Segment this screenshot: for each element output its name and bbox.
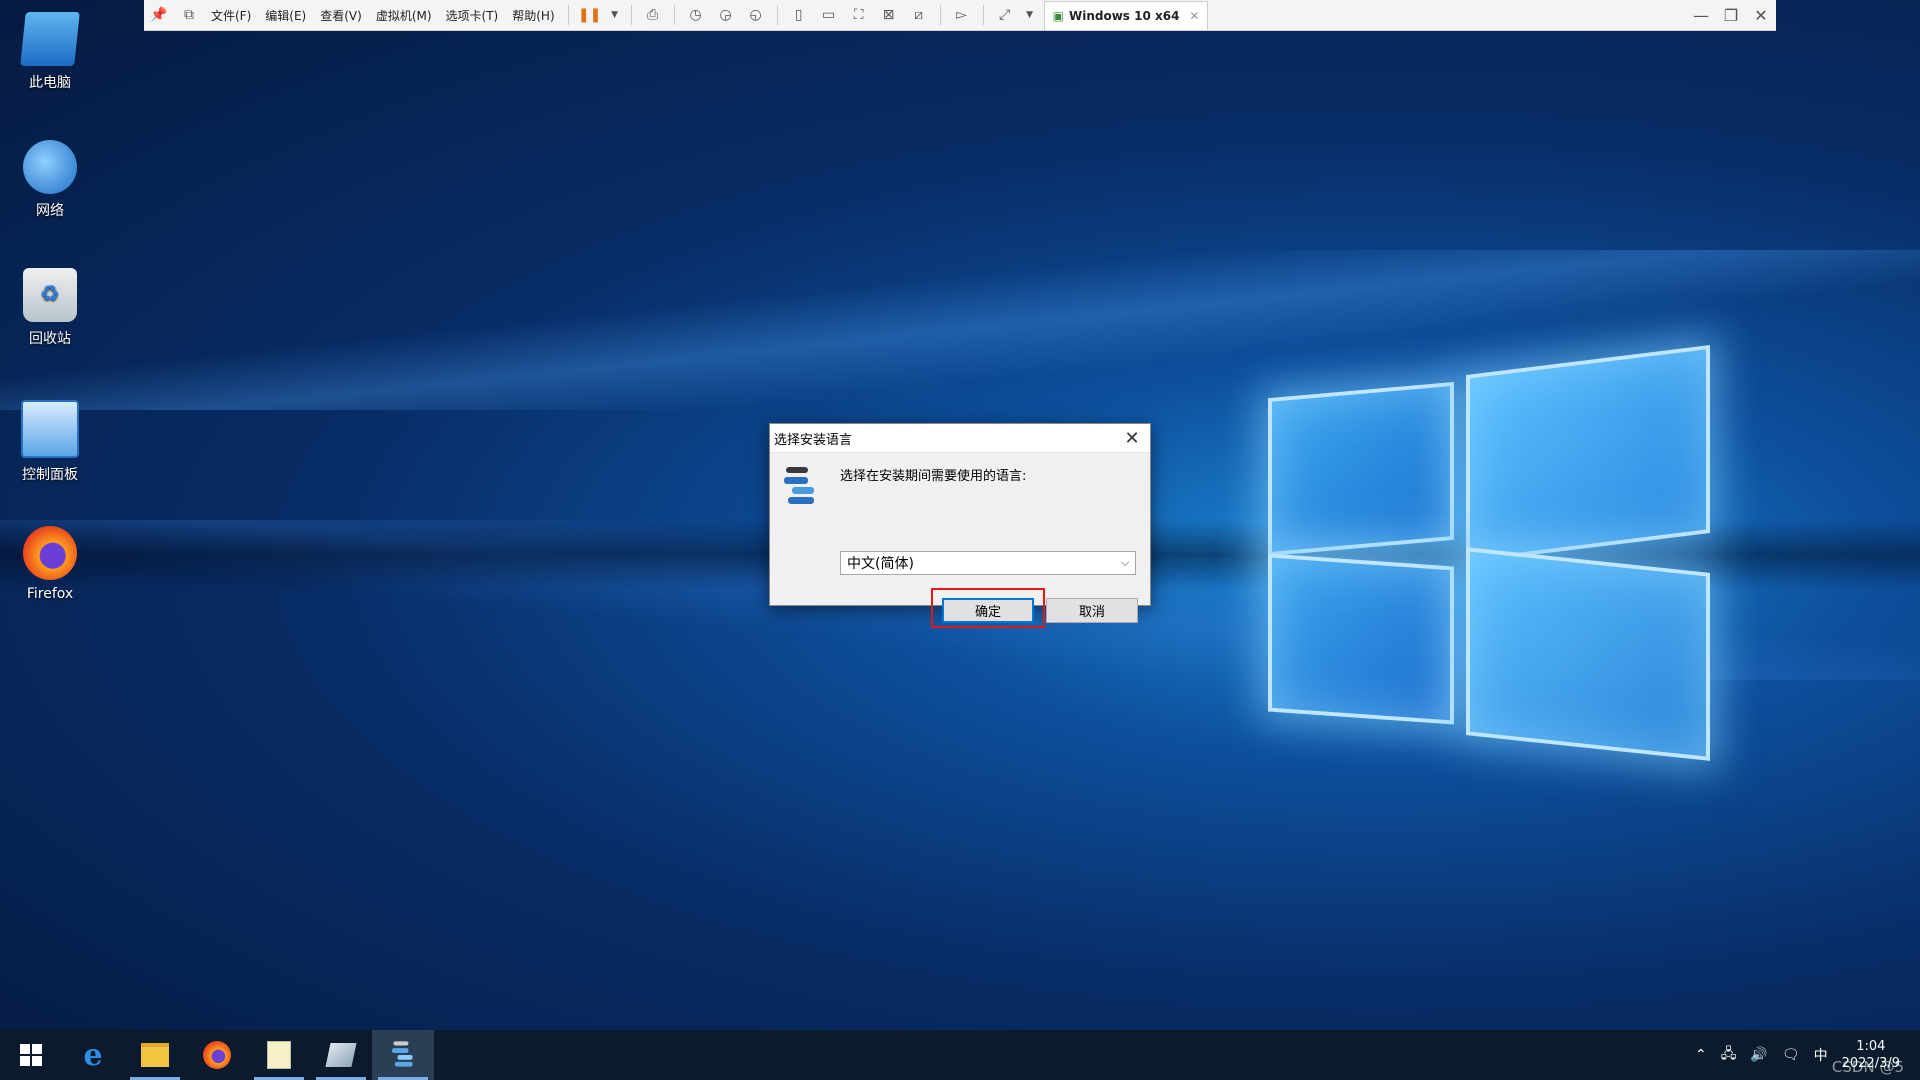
dialog-body: 选择在安装期间需要使用的语言: 中文(简体) ⌵ 确定 取消 <box>770 453 1150 628</box>
menu-edit[interactable]: 编辑(E) <box>258 7 313 24</box>
unity-icon[interactable]: ⊠ <box>878 4 900 26</box>
taskbar-notepad[interactable] <box>248 1030 310 1080</box>
library-icon[interactable]: ▯ <box>788 4 810 26</box>
watermark: CSDN @5 <box>1831 1058 1904 1076</box>
send-keys-icon[interactable]: ⎙ <box>642 4 664 26</box>
pause-icon[interactable]: ❚❚ <box>578 4 601 26</box>
close-icon[interactable]: ✕ <box>1114 424 1150 452</box>
notification-icon[interactable]: 🗨 <box>1782 1047 1800 1063</box>
chevron-up-icon[interactable]: ⌃ <box>1695 1047 1707 1063</box>
desktop-icon-label: Firefox <box>26 586 74 602</box>
start-icon <box>20 1044 42 1066</box>
recycle-bin-icon: ♻ <box>23 268 77 322</box>
dialog-titlebar: 选择安装语言 ✕ <box>770 424 1150 453</box>
ime-indicator[interactable]: 中 <box>1814 1045 1828 1065</box>
taskbar: e ⌃ 🖧 🔊 🗨 中 1:04 2022/3/9 CSDN @5 <box>0 1030 1920 1080</box>
separator <box>673 5 675 25</box>
windows-icon[interactable]: ⧉ <box>178 4 200 26</box>
separator <box>630 5 632 25</box>
snapshot-manager-icon[interactable]: ◵ <box>745 4 767 26</box>
installer-icon <box>784 467 814 504</box>
windows-logo-pane <box>1268 381 1454 557</box>
desktop-icon-recycle-bin[interactable]: ♻ 回收站 <box>10 268 90 348</box>
close-tab-icon[interactable]: ✕ <box>1189 9 1199 23</box>
volume-icon[interactable]: 🔊 <box>1750 1047 1767 1063</box>
desktop-icon-network[interactable]: 网络 <box>10 140 90 220</box>
no-stretch-icon[interactable]: ⧄ <box>908 4 930 26</box>
fullscreen-icon[interactable]: ⛶ <box>848 4 870 26</box>
dropdown-icon[interactable]: ▼ <box>1024 4 1036 26</box>
menu-file[interactable]: 文件(F) <box>204 7 258 24</box>
pin-icon[interactable]: 📌 <box>148 4 170 26</box>
dropdown-icon[interactable]: ▼ <box>609 4 621 26</box>
vm-tab[interactable]: ▣ Windows 10 x64 ✕ <box>1043 0 1209 30</box>
vm-tab-icon: ▣ <box>1052 8 1064 23</box>
file-explorer-icon <box>141 1043 169 1067</box>
desktop-icon-label: 此电脑 <box>29 75 71 91</box>
windows-logo-pane <box>1268 553 1454 725</box>
desktop-icon-firefox[interactable]: Firefox <box>10 526 90 602</box>
stretch-icon[interactable]: ⤢ <box>994 4 1016 26</box>
vm-toolbar: 📌 ⧉ 文件(F) 编辑(E) 查看(V) 虚拟机(M) 选项卡(T) 帮助(H… <box>144 0 1776 31</box>
firefox-icon <box>203 1041 231 1069</box>
windows-logo-pane <box>1466 547 1710 761</box>
dialog-title: 选择安装语言 <box>774 432 853 448</box>
start-button[interactable] <box>0 1030 62 1080</box>
edge-icon: e <box>83 1037 103 1073</box>
snapshot-icon[interactable]: ◷ <box>685 4 707 26</box>
clock-time: 1:04 <box>1856 1039 1886 1054</box>
taskbar-setup[interactable] <box>372 1030 434 1080</box>
language-select[interactable]: 中文(简体) ⌵ <box>840 551 1136 575</box>
window-controls: — ❐ ✕ <box>1686 6 1776 25</box>
taskbar-edge[interactable]: e <box>62 1030 124 1080</box>
network-tray-icon[interactable]: 🖧 <box>1721 1043 1737 1067</box>
menu-view[interactable]: 查看(V) <box>313 7 369 24</box>
control-panel-icon <box>21 400 79 458</box>
language-select-value: 中文(简体) <box>847 556 914 572</box>
notepad-icon <box>267 1041 291 1069</box>
close-icon[interactable]: ✕ <box>1746 6 1776 25</box>
firefox-icon <box>23 526 77 580</box>
desktop-icon-control-panel[interactable]: 控制面板 <box>10 400 90 484</box>
menu-help[interactable]: 帮助(H) <box>505 7 561 24</box>
network-icon <box>23 140 77 194</box>
windows-logo-pane <box>1466 345 1710 563</box>
taskbar-installer[interactable] <box>310 1030 372 1080</box>
desktop-icon-label: 回收站 <box>29 331 71 347</box>
separator <box>939 5 941 25</box>
chevron-down-icon: ⌵ <box>1120 556 1130 569</box>
dialog-prompt: 选择在安装期间需要使用的语言: <box>840 469 1027 484</box>
revert-snapshot-icon[interactable]: ◶ <box>715 4 737 26</box>
separator <box>982 5 984 25</box>
setup-icon <box>392 1041 413 1067</box>
menu-tabs[interactable]: 选项卡(T) <box>439 7 506 24</box>
separator <box>567 5 569 25</box>
desktop-icon-label: 网络 <box>36 203 64 219</box>
desktop-icon-this-pc[interactable]: 此电脑 <box>10 12 90 92</box>
system-tray: ⌃ 🖧 🔊 🗨 中 1:04 2022/3/9 CSDN @5 <box>1695 1038 1920 1076</box>
console-icon[interactable]: ▻ <box>951 4 973 26</box>
desktop-icon-label: 控制面板 <box>22 467 78 483</box>
cancel-button[interactable]: 取消 <box>1046 598 1138 623</box>
installer-icon <box>325 1043 357 1067</box>
minimize-icon[interactable]: — <box>1686 6 1716 25</box>
language-dialog: 选择安装语言 ✕ 选择在安装期间需要使用的语言: 中文(简体) ⌵ 确定 取消 <box>769 423 1151 628</box>
separator <box>776 5 778 25</box>
ok-button[interactable]: 确定 <box>942 598 1034 623</box>
computer-icon <box>20 12 80 66</box>
taskbar-firefox[interactable] <box>186 1030 248 1080</box>
thumbnail-icon[interactable]: ▭ <box>818 4 840 26</box>
menu-vm[interactable]: 虚拟机(M) <box>369 7 439 24</box>
vm-tab-label: Windows 10 x64 <box>1068 8 1180 23</box>
taskbar-file-explorer[interactable] <box>124 1030 186 1080</box>
restore-icon[interactable]: ❐ <box>1716 6 1746 25</box>
